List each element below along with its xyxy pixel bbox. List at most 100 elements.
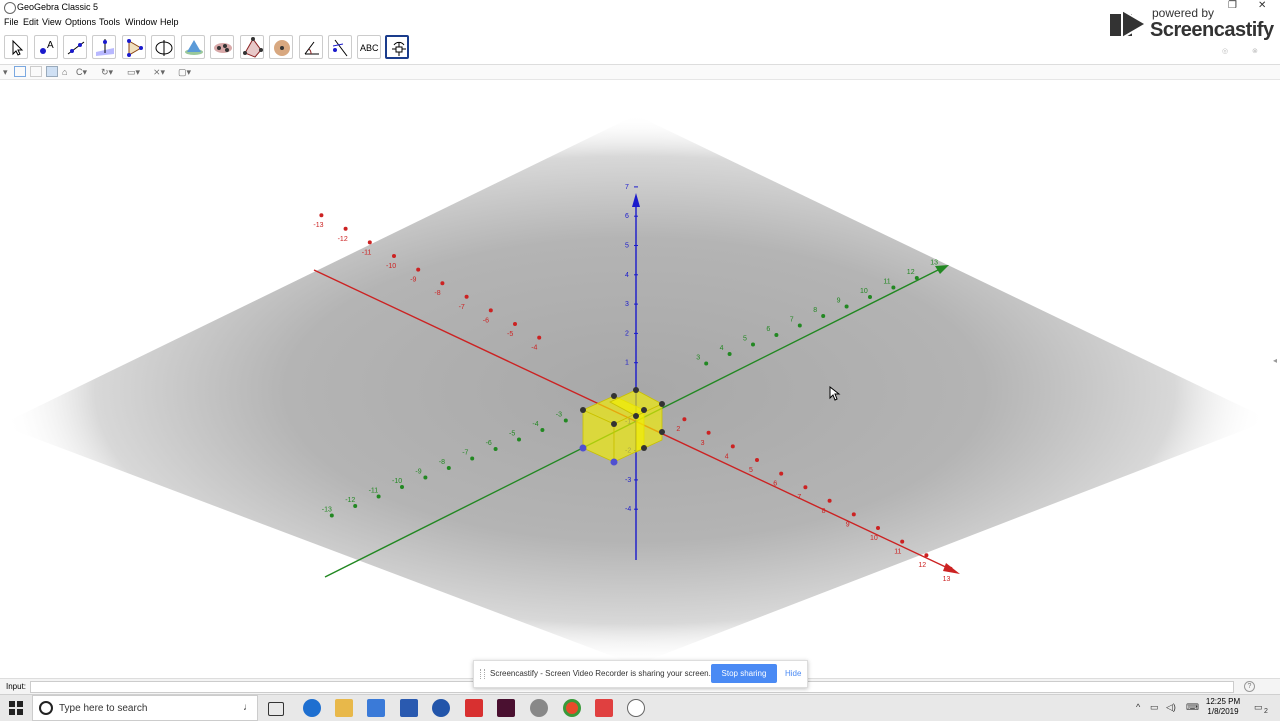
x-axis-tick [682,417,687,422]
y-axis-tick [493,447,498,451]
y-axis-tick [376,494,381,499]
sphere-tool-button[interactable] [269,35,293,59]
z-axis-tick-label: 3 [625,301,629,308]
rotate-icon[interactable]: ↻▾ [101,67,113,78]
plane-toggle-icon[interactable] [46,66,58,77]
point-tool-button[interactable]: A [34,35,58,59]
chrome-icon[interactable] [563,699,581,717]
watermark-brand: Screencastify [1150,19,1274,41]
menu-tools[interactable]: Tools [99,17,120,27]
projection-icon[interactable]: ▢▾ [178,67,191,78]
store-icon[interactable] [367,699,385,717]
rotate-view-tool-button[interactable] [385,35,409,59]
view-direction-icon[interactable]: ▭▾ [127,67,140,78]
app-icon-blue[interactable] [432,699,450,717]
y-axis-tick [727,352,732,356]
menu-bar: File Edit View Options Tools Window Help [0,16,1280,30]
taskbar-clock[interactable]: 12:25 PM 1/8/2019 [1200,697,1246,717]
angle-tool-button[interactable] [299,35,323,59]
text-tool-label: ABC [360,43,379,53]
help-icon[interactable]: ? [1244,681,1255,692]
axes-toggle-icon[interactable] [14,66,26,77]
intersect-surfaces-tool-button[interactable] [181,35,205,59]
y-axis-tick-label: -13 [322,507,332,514]
grid-toggle-icon[interactable] [30,66,42,77]
keyboard-icon[interactable]: ⌨ [1186,702,1199,713]
menu-edit[interactable]: Edit [23,17,39,27]
x-axis-tick-label: -9 [410,277,416,284]
y-axis-tick-label: -3 [556,412,562,419]
hide-button[interactable]: Hide [785,669,801,678]
x-axis-tick [440,281,445,286]
volume-icon[interactable]: ◁) [1166,702,1176,713]
x-axis-tick-label: -10 [386,263,396,270]
reflect-tool-button[interactable] [328,35,352,59]
graphics-3d-view[interactable]: -13-12-11-10-9-8-7-6-5-42345678910111213… [0,80,1280,678]
menu-help[interactable]: Help [160,17,179,27]
notifications-icon[interactable]: ▭ [1254,702,1263,713]
line-tool-button[interactable] [63,35,87,59]
acrobat-icon[interactable] [465,699,483,717]
x-axis-tick [343,226,348,231]
x-axis-tick-label: 8 [822,508,826,515]
y-axis-tick-label: 5 [743,336,747,343]
indesign-icon[interactable] [497,699,515,717]
clock-date: 1/8/2019 [1207,707,1239,716]
clipping-icon[interactable]: ⨯▾ [153,67,165,78]
x-axis-tick [464,294,469,299]
x-axis-tick-label: -5 [507,331,513,338]
menu-view[interactable]: View [42,17,61,27]
view-settings-icon[interactable]: ◎ [1222,47,1228,55]
move-tool-button[interactable] [4,35,28,59]
cube-vertex [611,393,617,399]
home-icon[interactable]: ⌂ [62,67,67,77]
taskbar-search[interactable]: Type here to search ♩ [32,695,258,721]
x-axis-tick-label: 9 [846,521,850,528]
edge-browser-icon[interactable] [303,699,321,717]
file-explorer-icon[interactable] [335,699,353,717]
view-close-icon[interactable]: ⊗ [1252,47,1258,55]
collapse-triangle-icon[interactable]: ▾ [3,67,8,78]
network-icon[interactable]: ▭ [1150,702,1159,713]
loading-app-icon[interactable] [530,699,548,717]
x-axis-tick [392,254,396,258]
menu-options[interactable]: Options [65,17,96,27]
drag-handle-icon[interactable] [480,669,485,679]
microphone-icon[interactable]: ♩ [243,702,253,713]
y-axis-tick-label: 3 [696,355,700,362]
windows-start-icon[interactable] [8,700,24,716]
plane-tool-button[interactable] [210,35,234,59]
perpendicular-tool-button[interactable] [92,35,116,59]
stop-sharing-button[interactable]: Stop sharing [711,664,777,683]
z-axis-tick-label: 5 [625,243,629,250]
y-axis-tick [938,266,943,271]
x-axis-tick-label: 2 [676,426,680,433]
y-axis-tick-label: -7 [462,450,468,457]
x-axis-tick [488,308,493,313]
tray-overflow-icon[interactable]: ^ [1136,702,1140,712]
circle-tool-button[interactable] [151,35,175,59]
menu-file[interactable]: File [4,17,19,27]
x-axis-tick-label: -11 [362,249,372,256]
menu-window[interactable]: Window [125,17,157,27]
y-axis-tick-label: -10 [392,478,402,485]
geogebra-taskbar-icon[interactable] [627,699,645,717]
z-axis-tick-label: 6 [625,213,629,220]
polygon-tool-button[interactable] [122,35,146,59]
y-axis-tick [400,485,404,489]
text-tool-button[interactable]: ABC [357,35,381,59]
y-axis-tick-label: -5 [509,431,515,438]
line-icon [67,41,85,55]
x-axis-tick-label: -8 [434,290,440,297]
x-axis-tick-label: -7 [459,304,465,311]
x-axis-tick [706,430,711,435]
y-axis-tick [470,456,475,461]
task-view-icon[interactable] [268,702,284,716]
screencastify-taskbar-icon[interactable] [595,699,613,717]
point-capture-icon[interactable]: C▾ [76,67,87,78]
pyramid-tool-button[interactable] [240,35,264,59]
y-axis-tick-label: -4 [532,421,538,428]
cube-vertex [633,387,639,393]
word-icon[interactable] [400,699,418,717]
x-axis-tick [779,471,784,476]
